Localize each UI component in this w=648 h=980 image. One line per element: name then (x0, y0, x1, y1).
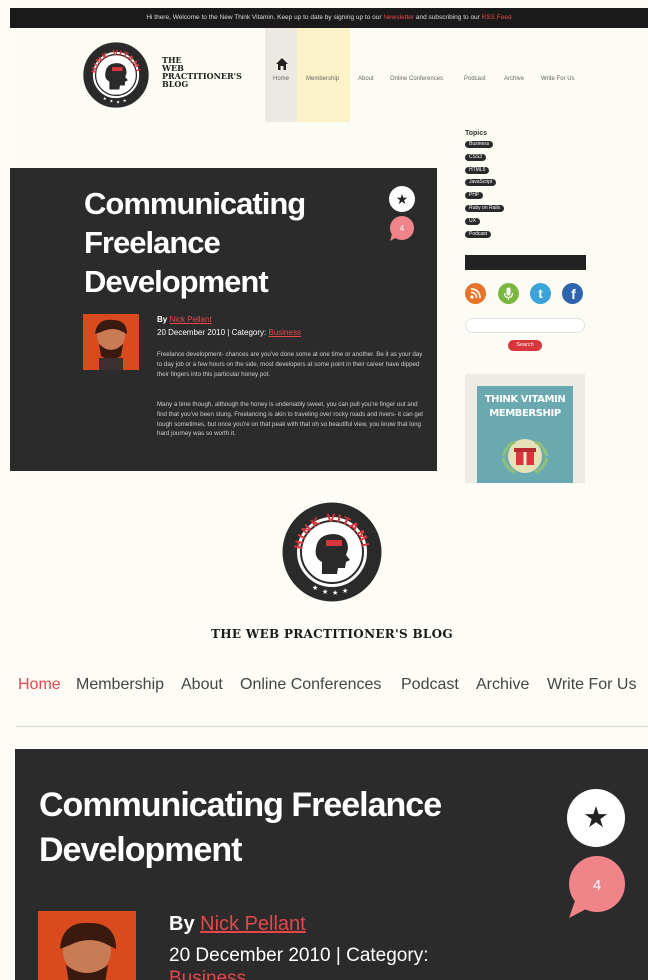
nav-podcast[interactable]: Podcast (401, 676, 459, 694)
think-vitamin-logo[interactable]: THINK VITAMIN ★★★★ (83, 42, 149, 108)
post-title-line: Communicating (84, 186, 306, 221)
nav-archive[interactable]: Archive (476, 676, 529, 694)
post-title[interactable]: Communicating Freelance Development (39, 783, 509, 873)
nav-about[interactable]: About (181, 676, 223, 694)
welcome-bar: Hi there, Welcome to the New Think Vitam… (10, 8, 648, 28)
svg-text:f: f (571, 286, 576, 302)
mobile-view: THINK VITAMIN ★★★★ THE WEB PRACTITIONER'… (0, 490, 648, 980)
nav-write-for-us[interactable]: Write For Us (547, 676, 636, 694)
svg-text:t: t (538, 286, 543, 301)
post-paragraph: Many a time though, although the honey i… (157, 401, 424, 438)
topics-sidebar: Topics Business CSS3 HTML5 JavaScript PH… (465, 130, 595, 243)
gift-badge-icon (501, 439, 549, 474)
search-input[interactable] (465, 318, 585, 333)
svg-text:★: ★ (332, 589, 338, 597)
topic-tag[interactable]: HTML5 (465, 166, 490, 174)
post-date: 20 December 2010 | Category: (157, 328, 269, 337)
comment-count: 4 (593, 877, 601, 894)
comment-bubble-icon[interactable]: 4 (388, 216, 415, 241)
nav-membership[interactable]: Membership (306, 76, 339, 82)
favorite-star-icon[interactable]: ★ (389, 186, 415, 212)
author-avatar[interactable] (83, 314, 139, 370)
nav-home[interactable]: Home (18, 676, 61, 694)
category-link[interactable]: Business (169, 968, 246, 980)
welcome-text-middle: and subscribing to our (414, 14, 482, 21)
author-avatar[interactable] (38, 911, 136, 980)
svg-text:★: ★ (312, 584, 318, 592)
topic-tag[interactable]: Ruby on Rails (465, 204, 505, 212)
membership-promo-title: MEMBERSHIP (489, 408, 561, 419)
topic-tag[interactable]: JavaScript (465, 179, 497, 187)
nav-divider (16, 726, 648, 727)
post-card: Communicating Freelance Development ★ 4 … (15, 749, 648, 980)
blog-title: THE WEB PRACTITIONER'S BLOG (211, 627, 453, 641)
post-title-line: Communicating Freelance (39, 786, 442, 824)
comment-count: 4 (400, 224, 405, 233)
byline: By Nick Pellant (157, 315, 212, 324)
post-title[interactable]: Communicating Freelance Development (84, 184, 354, 301)
svg-text:★: ★ (322, 588, 328, 596)
post-date: 20 December 2010 | Category: (169, 945, 429, 966)
byline-by: By (169, 913, 195, 935)
topic-tag[interactable]: CSS3 (465, 153, 487, 161)
membership-promo-title: THINK VITAMIN (484, 394, 566, 405)
rss-icon[interactable] (465, 283, 486, 304)
topic-tag[interactable]: UX (465, 217, 480, 225)
podcast-mic-icon[interactable] (498, 283, 519, 304)
nav-home[interactable]: Home (273, 76, 289, 82)
nav-online-conferences[interactable]: Online Conferences (390, 76, 443, 82)
topics-heading: Topics (465, 130, 488, 137)
nav-membership[interactable]: Membership (76, 676, 164, 694)
nav-membership-highlight (297, 28, 350, 122)
home-icon[interactable] (276, 58, 288, 70)
nav-podcast[interactable]: Podcast (464, 76, 486, 82)
facebook-icon[interactable]: f (562, 283, 583, 304)
blog-title: THE WEB PRACTITIONER'S BLOG (162, 56, 262, 88)
post-title-line: Freelance (84, 225, 221, 260)
post-title-line: Development (39, 831, 243, 869)
topic-tag[interactable]: Podcast (465, 230, 492, 238)
think-vitamin-logo[interactable]: THINK VITAMIN ★★★★ (282, 502, 382, 602)
post-paragraph: Freelance development- chances are you'v… (157, 351, 423, 378)
favorite-star-icon[interactable]: ★ (567, 789, 625, 847)
topic-tag[interactable]: PHP (465, 192, 484, 200)
author-link[interactable]: Nick Pellant (169, 315, 211, 324)
twitter-icon[interactable]: t (530, 283, 551, 304)
nav-write-for-us[interactable]: Write For Us (541, 76, 575, 82)
nav-home-highlight (265, 28, 297, 122)
newsletter-link[interactable]: Newsletter (383, 14, 414, 21)
page: Hi there, Welcome to the New Think Vitam… (0, 0, 648, 980)
byline-by: By (157, 315, 168, 324)
comment-bubble-icon[interactable]: 4 (566, 856, 626, 918)
post-title-line: Development (84, 264, 269, 299)
nav-online-conferences[interactable]: Online Conferences (240, 676, 381, 694)
search-button[interactable]: Search (508, 340, 542, 351)
category-link[interactable]: Business (268, 328, 300, 337)
membership-promo-card[interactable]: THINK VITAMIN MEMBERSHIP (477, 386, 573, 483)
svg-text:★: ★ (342, 587, 348, 595)
blog-title-line: BLOG (162, 79, 189, 89)
byline: By Nick Pellant (169, 913, 306, 936)
author-link[interactable]: Nick Pellant (200, 913, 306, 935)
welcome-text: Hi there, Welcome to the New Think Vitam… (146, 14, 384, 21)
post-meta: 20 December 2010 | Category: Business (157, 328, 301, 337)
nav-archive[interactable]: Archive (504, 76, 524, 82)
post-card: Communicating Freelance Development ★ 4 … (10, 168, 437, 471)
sidebar-dark-bar (465, 255, 586, 270)
rss-feed-link[interactable]: RSS Feed (482, 14, 512, 21)
topic-tag[interactable]: Business (465, 141, 494, 148)
desktop-view: Hi there, Welcome to the New Think Vitam… (10, 0, 648, 483)
nav-about[interactable]: About (358, 76, 374, 82)
